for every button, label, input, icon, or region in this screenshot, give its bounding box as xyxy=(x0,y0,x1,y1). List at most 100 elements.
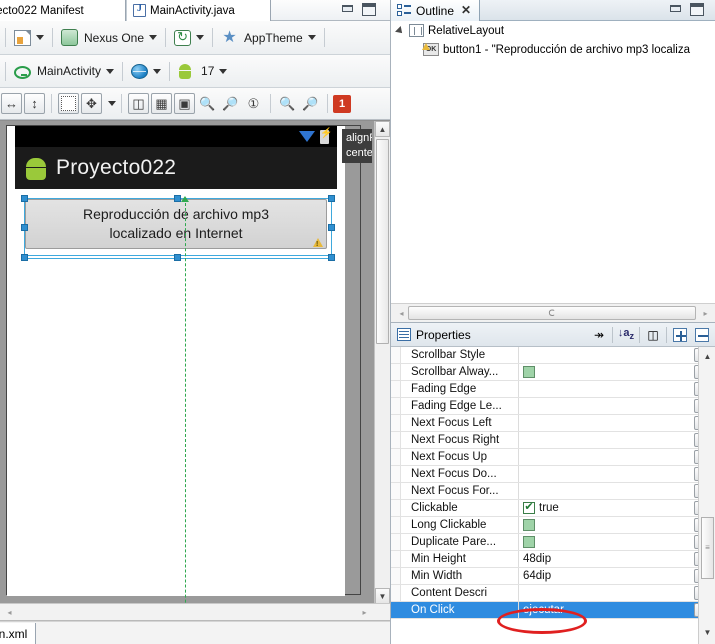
property-row[interactable]: Next Focus Right••• xyxy=(391,432,715,449)
property-row[interactable]: Content Descri••• xyxy=(391,585,715,602)
structure-layout-icon[interactable]: ▣ xyxy=(174,93,195,114)
property-row[interactable]: Long Clickable••• xyxy=(391,517,715,534)
tab-outline[interactable]: Outline ✕ xyxy=(391,0,481,21)
resize-handle-tr[interactable] xyxy=(328,195,335,202)
sort-alphabetically-icon[interactable]: ↓az xyxy=(615,324,637,345)
property-value-cell[interactable] xyxy=(519,483,694,499)
property-row[interactable]: Scrollbar Style••• xyxy=(391,347,715,364)
fit-height-icon[interactable]: ↕ xyxy=(24,93,45,114)
properties-scroll-thumb[interactable]: ≡ xyxy=(701,517,714,579)
scroll-left-icon[interactable]: ◂ xyxy=(2,605,17,620)
show-advanced-icon[interactable]: ↠ xyxy=(588,324,610,345)
scroll-right-icon[interactable]: ▸ xyxy=(357,605,372,620)
property-row[interactable]: Next Focus Do...••• xyxy=(391,466,715,483)
orientation-selector[interactable] xyxy=(171,21,207,54)
resize-handle-tc[interactable] xyxy=(174,195,181,202)
resize-handle-br[interactable] xyxy=(328,254,335,261)
property-value-cell[interactable] xyxy=(519,534,694,550)
resize-handle-bl[interactable] xyxy=(21,254,28,261)
layout-file-selector[interactable] xyxy=(11,21,47,54)
property-row[interactable]: Min Width64dip••• xyxy=(391,568,715,585)
resize-handle-bc[interactable] xyxy=(174,254,181,261)
distribute-icon[interactable]: ✥ xyxy=(81,93,102,114)
checkbox-icon[interactable] xyxy=(523,519,535,531)
properties-table[interactable]: Scrollbar Style•••Scrollbar Alway...•••F… xyxy=(391,347,715,644)
tab-activity-main-xml[interactable]: in.xml xyxy=(0,623,37,644)
scroll-down-icon[interactable]: ▼ xyxy=(375,588,390,603)
scroll-left-icon[interactable]: ◂ xyxy=(394,306,409,321)
property-value-cell[interactable] xyxy=(519,398,694,414)
property-value-cell[interactable]: true xyxy=(519,500,694,516)
outline-scroll-thumb[interactable]: Ⅽ xyxy=(408,306,696,320)
api-level-selector[interactable]: 17 xyxy=(175,55,230,87)
default-properties-icon[interactable]: ◫ xyxy=(642,324,664,345)
scroll-up-icon[interactable]: ▲ xyxy=(700,349,715,364)
property-row[interactable]: Next Focus Up••• xyxy=(391,449,715,466)
maximize-icon[interactable] xyxy=(690,3,704,16)
property-value-cell[interactable] xyxy=(519,347,694,363)
show-outlines-icon[interactable] xyxy=(58,93,79,114)
minimize-icon[interactable] xyxy=(669,3,682,13)
activity-selector[interactable]: MainActivity xyxy=(11,55,117,87)
tree-item-relativelayout[interactable]: RelativeLayout xyxy=(391,21,715,40)
property-row[interactable]: Duplicate Pare...••• xyxy=(391,534,715,551)
grid-layout-icon[interactable]: ▦ xyxy=(151,93,172,114)
canvas-horizontal-scrollbar[interactable]: ◂ ▸ xyxy=(0,603,390,621)
properties-vertical-scrollbar[interactable]: ▲ ≡ ▼ xyxy=(698,347,715,644)
property-row[interactable]: Clickabletrue••• xyxy=(391,500,715,517)
zoom-out-icon[interactable]: 🔍 xyxy=(197,93,218,114)
property-value-cell[interactable] xyxy=(519,466,694,482)
scroll-up-icon[interactable]: ▲ xyxy=(375,121,390,137)
chevron-down-icon[interactable] xyxy=(108,101,116,106)
resize-handle-ml[interactable] xyxy=(21,224,28,231)
property-value-cell[interactable] xyxy=(519,381,694,397)
tab-mainactivity-java[interactable]: MainActivity.java xyxy=(126,0,271,21)
fit-width-icon[interactable]: ↔ xyxy=(1,93,22,114)
zoom-minus-icon[interactable]: 🔍 xyxy=(277,93,298,114)
property-row[interactable]: On Clickejecutar••• xyxy=(391,602,715,619)
tree-item-button1[interactable]: OK button1 - "Reproducción de archivo mp… xyxy=(391,40,715,59)
property-row[interactable]: Fading Edge••• xyxy=(391,381,715,398)
tab-properties[interactable]: Properties xyxy=(391,328,471,342)
property-value-cell[interactable]: ejecutar xyxy=(519,602,694,618)
property-value-cell[interactable]: 64dip xyxy=(519,568,694,584)
list-layout-icon[interactable]: ◫ xyxy=(128,93,149,114)
checkbox-icon[interactable] xyxy=(523,536,535,548)
zoom-actual-icon[interactable]: ① xyxy=(243,93,264,114)
scroll-right-icon[interactable]: ▸ xyxy=(698,306,713,321)
property-value-cell[interactable] xyxy=(519,517,694,533)
scroll-down-icon[interactable]: ▼ xyxy=(700,625,715,640)
resize-handle-tl[interactable] xyxy=(21,195,28,202)
property-value-cell[interactable] xyxy=(519,415,694,431)
canvas-scroll-thumb[interactable] xyxy=(376,139,389,344)
maximize-icon[interactable] xyxy=(362,3,376,16)
button1-widget[interactable]: Reproducción de archivo mp3 localizado e… xyxy=(25,199,327,249)
canvas-vertical-scrollbar[interactable]: ▲ ▼ xyxy=(374,121,390,603)
property-value-cell[interactable] xyxy=(519,432,694,448)
zoom-fit-icon[interactable]: 🔎 xyxy=(220,93,241,114)
chevron-down-icon[interactable] xyxy=(395,25,405,36)
collapse-all-icon[interactable] xyxy=(691,324,713,345)
property-value-cell[interactable] xyxy=(519,585,694,601)
close-icon[interactable]: ✕ xyxy=(461,3,471,18)
property-row[interactable]: Min Height48dip••• xyxy=(391,551,715,568)
property-row[interactable]: Fading Edge Le...••• xyxy=(391,398,715,415)
property-value-cell[interactable] xyxy=(519,449,694,465)
zoom-plus-icon[interactable]: 🔎 xyxy=(300,93,321,114)
design-canvas[interactable]: Proyecto022 Reproducción de archivo mp3 … xyxy=(0,120,390,603)
property-value-cell[interactable] xyxy=(519,364,694,380)
property-row[interactable]: Next Focus For...••• xyxy=(391,483,715,500)
theme-selector[interactable]: ★ AppTheme xyxy=(218,21,319,54)
checkbox-icon[interactable] xyxy=(523,500,535,514)
property-value-cell[interactable]: 48dip xyxy=(519,551,694,567)
expand-all-icon[interactable] xyxy=(669,324,691,345)
checkbox-icon[interactable] xyxy=(523,366,535,378)
property-row[interactable]: Next Focus Left••• xyxy=(391,415,715,432)
property-row[interactable]: Scrollbar Alway...••• xyxy=(391,364,715,381)
resize-handle-mr[interactable] xyxy=(328,224,335,231)
outline-horizontal-scrollbar[interactable]: ◂ Ⅽ ▸ xyxy=(391,303,715,322)
device-selector[interactable]: Nexus One xyxy=(58,21,160,54)
outline-tree[interactable]: RelativeLayout OK button1 - "Reproducció… xyxy=(391,21,715,303)
error-count-badge[interactable]: 1 xyxy=(333,94,351,113)
tab-manifest[interactable]: oyecto022 Manifest xyxy=(0,0,126,21)
